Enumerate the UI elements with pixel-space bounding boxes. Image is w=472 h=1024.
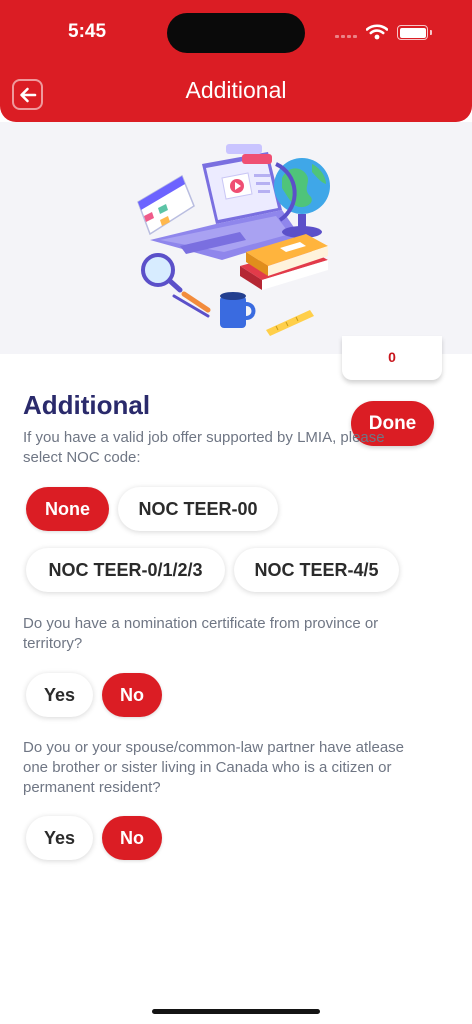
nomination-option-yes[interactable]: Yes bbox=[26, 673, 93, 717]
noc-option-teer-0123[interactable]: NOC TEER-0/1/2/3 bbox=[26, 548, 225, 592]
sibling-option-yes[interactable]: Yes bbox=[26, 816, 93, 860]
score-badge: 0 bbox=[342, 336, 442, 380]
noc-option-none[interactable]: None bbox=[26, 487, 109, 531]
study-desk-illustration bbox=[137, 144, 330, 336]
status-time: 5:45 bbox=[68, 21, 107, 42]
sibling-option-no[interactable]: No bbox=[102, 816, 162, 860]
battery-icon bbox=[397, 25, 428, 40]
dynamic-island bbox=[167, 13, 305, 53]
question-sibling: Do you or your spouse/common-law partner… bbox=[23, 739, 405, 796]
home-indicator[interactable] bbox=[152, 1009, 320, 1014]
question-nomination: Do you have a nomination certificate fro… bbox=[23, 615, 379, 652]
cellular-signal-icon bbox=[335, 35, 357, 38]
page-title: Additional bbox=[185, 77, 287, 103]
noc-option-teer-00[interactable]: NOC TEER-00 bbox=[118, 487, 278, 531]
question-noc: If you have a valid job offer supported … bbox=[23, 429, 385, 466]
wifi-icon bbox=[365, 24, 389, 45]
section-title: Additional bbox=[23, 390, 151, 420]
noc-option-teer-45[interactable]: NOC TEER-4/5 bbox=[234, 548, 399, 592]
nomination-option-no[interactable]: No bbox=[102, 673, 162, 717]
battery-tip bbox=[430, 30, 432, 35]
